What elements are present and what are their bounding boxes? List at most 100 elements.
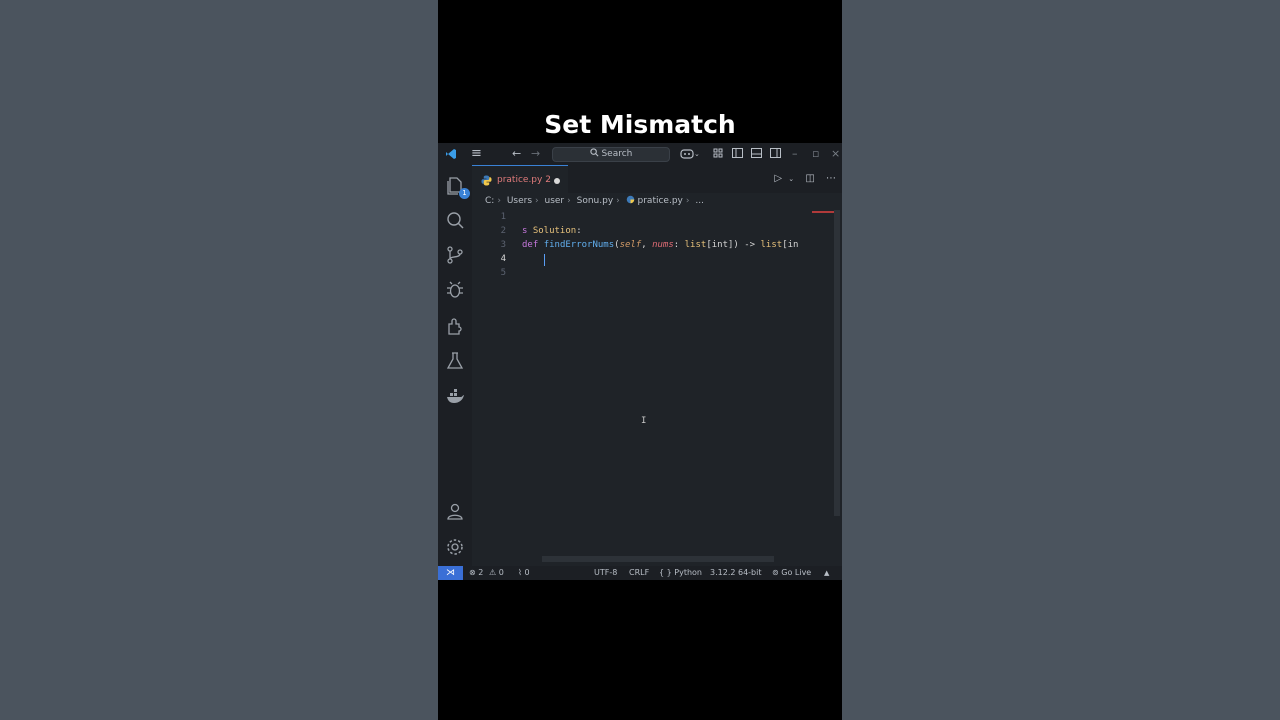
menu-hamburger-icon[interactable]: ≡ (471, 143, 482, 165)
chevron-right-icon: › (497, 196, 501, 206)
type-token: list (684, 240, 707, 250)
copilot-icon[interactable] (680, 143, 694, 165)
line-number: 5 (500, 268, 506, 278)
search-placeholder: Search (601, 149, 633, 159)
settings-gear-icon[interactable] (443, 535, 467, 559)
breadcrumb-item[interactable]: Sonu.py (577, 196, 614, 206)
run-debug-icon[interactable] (443, 278, 467, 302)
search-icon (589, 148, 599, 157)
keyword-token: s (522, 226, 528, 236)
split-editor-icon[interactable]: ◫ (805, 173, 814, 184)
editor-actions: ▷ ⌄ ◫ ⋯ (774, 165, 836, 193)
title-bar: ≡ ← → Search ⌄ – ▫ × (438, 143, 842, 165)
chevron-down-icon[interactable]: ⌄ (788, 175, 794, 183)
arrow-token: -> (738, 240, 761, 250)
minimize-icon[interactable]: – (792, 143, 798, 165)
punctuation-token: : (673, 240, 685, 250)
breadcrumb-drive[interactable]: C: (485, 196, 494, 206)
python-file-icon (626, 195, 634, 204)
param-token: nums (652, 240, 674, 250)
vertical-scrollbar[interactable] (834, 210, 840, 516)
explorer-badge: 1 (459, 188, 470, 199)
class-name-token: Solution (532, 226, 577, 236)
command-center-search[interactable]: Search (552, 147, 670, 162)
type-arg-token: [in (782, 240, 799, 250)
maximize-icon[interactable]: ▫ (812, 143, 819, 165)
chevron-right-icon: › (685, 196, 690, 206)
vscode-window: ≡ ← → Search ⌄ – ▫ × 1 pratice.py 2 ▷ ⌄ … (438, 143, 842, 580)
text-cursor (544, 254, 545, 266)
breadcrumb-item[interactable]: ... (695, 196, 704, 206)
language-mode[interactable]: { } Python (659, 566, 702, 580)
close-icon[interactable]: × (831, 143, 840, 165)
breadcrumb-item[interactable]: pratice.py (638, 196, 683, 206)
code-text: s Solution: (522, 224, 582, 238)
run-icon[interactable]: ▷ (774, 173, 782, 184)
chevron-right-icon: › (616, 196, 620, 206)
keyword-token: def (522, 240, 539, 250)
breadcrumb: C: › Users › user › Sonu.py › pratice.py › ..… (472, 193, 842, 210)
background-left (0, 0, 438, 720)
tab-pratice-py[interactable]: pratice.py 2 (472, 165, 568, 193)
errors-count[interactable]: ⊗ 2 (469, 566, 483, 580)
customize-layout-icon[interactable] (713, 143, 723, 165)
forward-arrow-icon[interactable]: → (531, 143, 540, 165)
type-token: list (760, 240, 783, 250)
breadcrumb-item[interactable]: user (545, 196, 565, 206)
broadcast-icon: ⊚ (772, 568, 779, 577)
accounts-icon[interactable] (443, 499, 467, 523)
unsaved-dot-icon[interactable] (554, 178, 560, 184)
python-file-icon (481, 175, 492, 186)
activity-bar: 1 (438, 165, 472, 566)
go-live-button[interactable]: ⊚ Go Live (772, 566, 811, 580)
line-number: 3 (500, 240, 506, 250)
punctuation-token: : (576, 226, 582, 236)
explorer-icon[interactable]: 1 (443, 173, 470, 199)
remote-indicator-icon[interactable]: ⋊ (438, 566, 463, 580)
warnings-count[interactable]: ⚠ 0 (489, 566, 504, 580)
error-overview-marker (812, 211, 834, 213)
ports-count[interactable]: ⌇ 0 (518, 566, 530, 580)
chevron-down-icon[interactable]: ⌄ (694, 143, 700, 165)
go-live-label: Go Live (781, 568, 812, 577)
extensions-icon[interactable] (443, 314, 467, 338)
line-number: 2 (500, 226, 506, 236)
code-line: 5 (472, 266, 838, 280)
code-line: 1 (472, 210, 838, 224)
more-actions-icon[interactable]: ⋯ (826, 173, 836, 184)
mouse-ibeam-cursor: I (641, 416, 647, 426)
video-title: Set Mismatch (544, 110, 736, 139)
line-endings[interactable]: CRLF (629, 566, 649, 580)
breadcrumb-item[interactable]: Users (507, 196, 532, 206)
line-number: 1 (500, 212, 506, 222)
encoding[interactable]: UTF-8 (594, 566, 617, 580)
status-bar: ⋊ ⊗ 2 ⚠ 0 ⌇ 0 UTF-8 CRLF { } Python 3.12… (438, 566, 842, 580)
code-text: def findErrorNums(self, nums: list[int])… (522, 238, 798, 252)
video-frame: Set Mismatch ≡ ← → Search ⌄ – ▫ × 1 prat… (438, 0, 842, 720)
line-number: 4 (500, 254, 506, 264)
source-control-icon[interactable] (443, 243, 467, 267)
code-editor[interactable]: 1 2 s Solution: 3 def findErrorNums(self… (472, 210, 838, 560)
tab-bar: pratice.py 2 ▷ ⌄ ◫ ⋯ (472, 165, 842, 193)
testing-flask-icon[interactable] (443, 349, 467, 373)
code-line-active: 4 (472, 252, 838, 266)
chevron-right-icon: › (535, 196, 539, 206)
toggle-sidebar-icon[interactable] (732, 143, 743, 165)
code-line: 2 s Solution: (472, 224, 838, 238)
type-arg-token: [int]) (706, 240, 739, 250)
notifications-bell-icon[interactable]: ▲ (824, 566, 829, 580)
tab-label: pratice.py 2 (497, 175, 551, 185)
punctuation-token: , (641, 240, 653, 250)
toggle-secondary-sidebar-icon[interactable] (770, 143, 781, 165)
toggle-panel-icon[interactable] (751, 143, 762, 165)
self-token: self (619, 240, 642, 250)
chevron-right-icon: › (567, 196, 571, 206)
code-line: 3 def findErrorNums(self, nums: list[int… (472, 238, 838, 252)
function-name-token: findErrorNums (543, 240, 615, 250)
search-icon[interactable] (443, 208, 467, 232)
docker-icon[interactable] (443, 385, 467, 409)
horizontal-scrollbar[interactable] (542, 556, 774, 562)
background-right (842, 0, 1280, 720)
python-interpreter[interactable]: 3.12.2 64-bit (710, 566, 762, 580)
back-arrow-icon[interactable]: ← (512, 143, 521, 165)
